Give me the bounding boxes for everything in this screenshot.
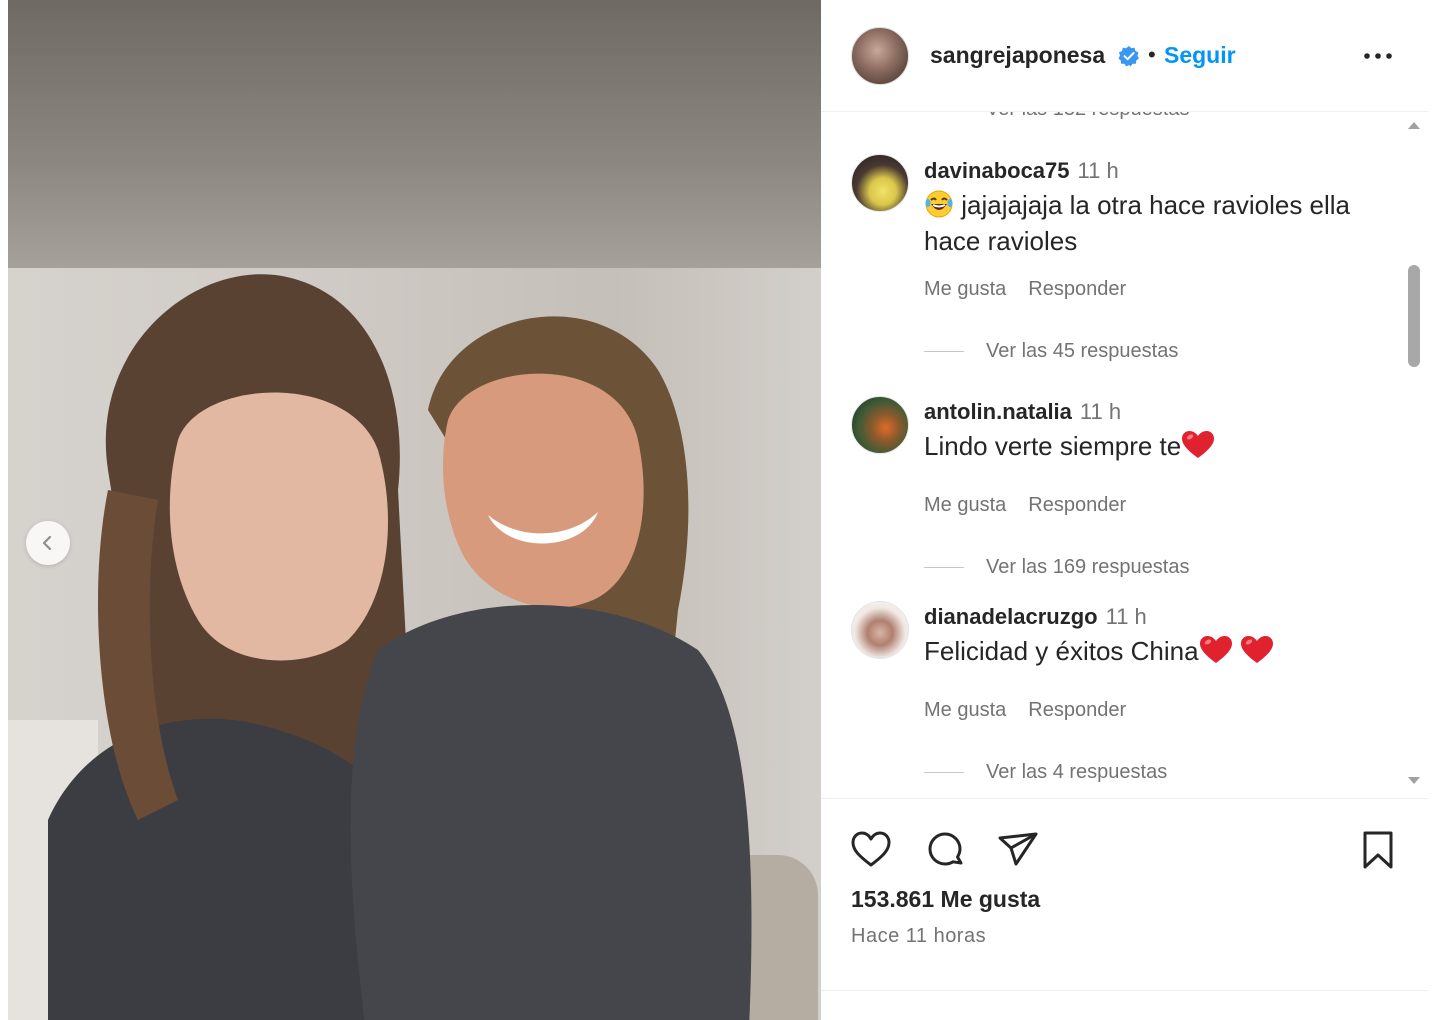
comment-item: dianadelacruzgo 11 h Felicidad y éxitos C… — [821, 601, 1401, 798]
red-heart-emoji-icon — [1182, 431, 1215, 458]
commenter-avatar[interactable] — [851, 396, 909, 454]
laughing-tears-emoji-icon — [925, 190, 953, 218]
comment-time: 11 h — [1077, 158, 1119, 183]
commenter-username[interactable]: antolin.natalia 11 h — [924, 399, 1121, 425]
footer-divider — [821, 990, 1428, 991]
comment-text: Lindo verte siempre te — [924, 428, 1374, 464]
view-replies-link[interactable]: Ver las 45 respuestas — [924, 340, 1178, 363]
post-timestamp: Hace 11 horas — [851, 925, 987, 947]
scroll-up-arrow-icon[interactable] — [1407, 120, 1421, 130]
comment-time: 11 h — [1105, 604, 1147, 629]
scrollbar-thumb[interactable] — [1408, 265, 1420, 367]
post-side-panel: sangrejaponesa • Seguir Ver las 132 resp… — [821, 0, 1440, 1020]
view-replies-link[interactable]: Ver las 169 respuestas — [924, 556, 1189, 579]
comment-text: jajajajaja la otra hace ravioles ella ha… — [924, 190, 1351, 256]
replies-line — [924, 567, 964, 569]
red-heart-emoji-icon — [1199, 636, 1232, 663]
comment-actions: Me gusta Responder — [924, 278, 1126, 301]
scroll-down-arrow-icon[interactable] — [1407, 776, 1421, 786]
author-avatar[interactable] — [851, 27, 909, 85]
comment-item: antolin.natalia 11 h Lindo verte siempre … — [821, 396, 1401, 596]
commenter-avatar[interactable] — [851, 601, 909, 659]
previous-photo-button[interactable] — [26, 521, 70, 565]
comment-actions: Me gusta Responder — [924, 494, 1126, 517]
share-send-icon[interactable] — [996, 828, 1040, 872]
actions-divider — [821, 798, 1428, 799]
post-actions-bar — [821, 820, 1428, 880]
bookmark-icon[interactable] — [1356, 828, 1400, 872]
commenter-username[interactable]: dianadelacruzgo 11 h — [924, 604, 1147, 630]
photo-ceiling — [8, 0, 821, 270]
comment-like-button[interactable]: Me gusta — [924, 278, 1006, 300]
comments-list[interactable]: Ver las 132 respuestas davinaboca7511 h … — [821, 112, 1428, 798]
header-separator: • — [1148, 42, 1156, 67]
comment-reply-button[interactable]: Responder — [1028, 699, 1126, 721]
comment-icon[interactable] — [923, 828, 967, 872]
replies-line — [924, 351, 964, 353]
comment-like-button[interactable]: Me gusta — [924, 494, 1006, 516]
heart-icon[interactable] — [849, 828, 893, 872]
post-photo — [8, 0, 821, 1020]
comment-time: 11 h — [1079, 399, 1122, 424]
likes-count[interactable]: 153.861 Me gusta — [851, 886, 1040, 913]
commenter-avatar[interactable] — [851, 154, 909, 212]
more-horizontal-icon[interactable] — [1361, 44, 1395, 68]
commenter-username[interactable]: davinaboca75 11 h — [924, 158, 1119, 184]
comment-actions: Me gusta Responder — [924, 699, 1126, 722]
comment-reply-button[interactable]: Responder — [1028, 278, 1126, 300]
comment-text: Felicidad y éxitos China — [924, 633, 1374, 669]
replies-line — [924, 772, 964, 774]
follow-button[interactable]: Seguir — [1164, 42, 1236, 69]
comment-reply-button[interactable]: Responder — [1028, 494, 1126, 516]
chevron-left-icon — [42, 535, 52, 551]
comment-item: davinaboca75 11 h jajajajaja la otra hace… — [821, 152, 1401, 382]
cut-off-replies-link[interactable]: Ver las 132 respuestas — [986, 112, 1189, 121]
red-heart-emoji-icon — [1240, 636, 1273, 663]
view-replies-link[interactable]: Ver las 4 respuestas — [924, 761, 1167, 784]
verified-badge-icon — [1118, 46, 1139, 67]
post-header: sangrejaponesa • Seguir — [821, 0, 1428, 112]
comment-like-button[interactable]: Me gusta — [924, 699, 1006, 721]
author-username[interactable]: sangrejaponesa — [930, 42, 1105, 69]
photo-person-right — [350, 316, 752, 1020]
comments-scrollbar[interactable] — [1406, 112, 1422, 798]
